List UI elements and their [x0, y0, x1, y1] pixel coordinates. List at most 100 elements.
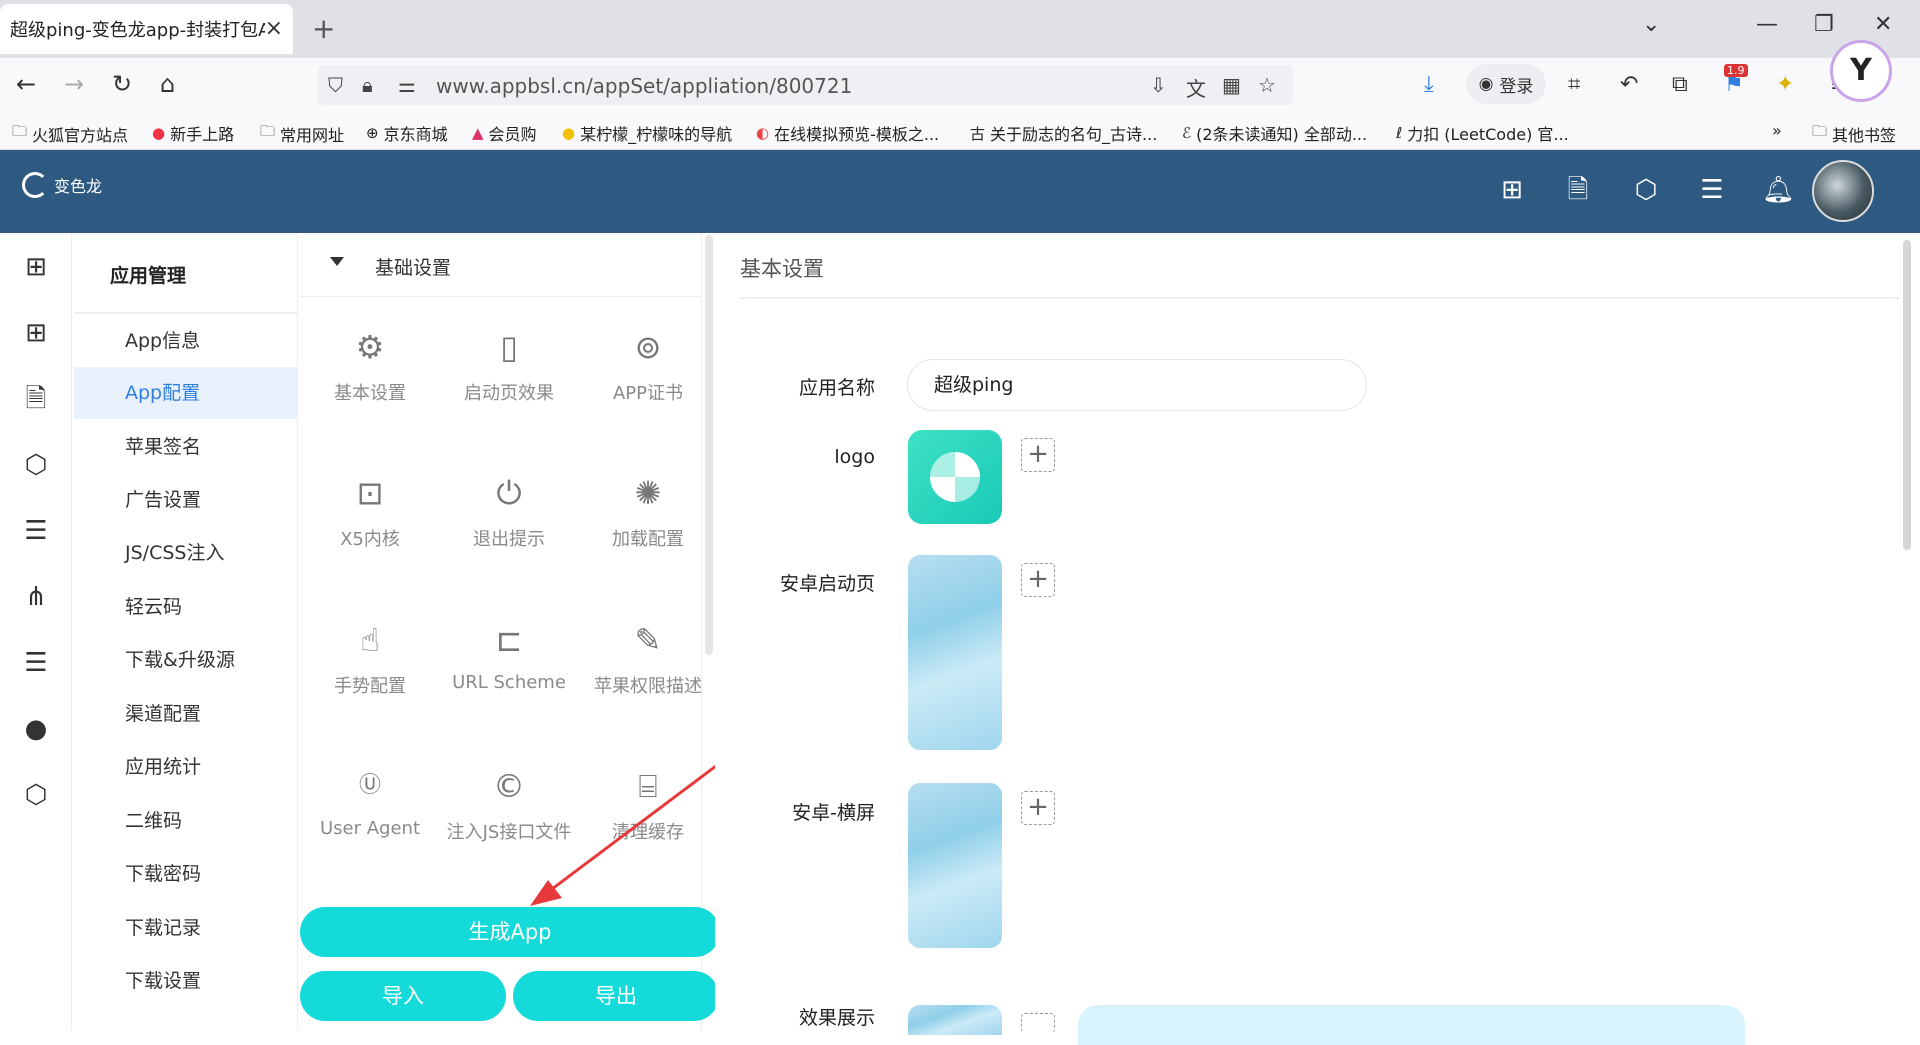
menu-item-app-config[interactable]: App配置: [74, 367, 298, 419]
add-logo-icon[interactable]: +: [1021, 438, 1055, 472]
bookmark-item[interactable]: ⊕ 京东商城: [366, 121, 448, 145]
lock-icon[interactable]: 🔒︎: [362, 73, 373, 97]
grid-item-x5[interactable]: ⊡ X5内核: [300, 473, 440, 583]
bookmark-item[interactable]: 🗀 常用网址: [260, 121, 344, 146]
bookmark-item[interactable]: ● 某柠檬_柠檬味的导航: [562, 121, 732, 145]
grid-item-basic[interactable]: ⚙ 基本设置: [300, 327, 440, 437]
grid-item-url-scheme[interactable]: ⊏ URL Scheme: [439, 620, 579, 730]
hierarchy-icon[interactable]: ⋔: [20, 581, 52, 613]
apple-icon[interactable]: ●: [20, 713, 52, 745]
app-logo-image[interactable]: [908, 430, 1002, 524]
menu-item-cloud-code[interactable]: 轻云码: [74, 581, 298, 633]
restore-icon[interactable]: ❐: [1814, 12, 1834, 37]
home-icon[interactable]: ⌂: [160, 70, 175, 98]
android-splash-image[interactable]: [908, 555, 1002, 750]
menu-item-ads[interactable]: 广告设置: [74, 474, 298, 526]
list-icon[interactable]: ☰: [1696, 174, 1728, 206]
menu-item-qrcode[interactable]: 二维码: [74, 795, 298, 847]
grid-item-user-agent[interactable]: Ⓤ User Agent: [300, 766, 440, 876]
menu-item-download-password[interactable]: 下载密码: [74, 848, 298, 900]
grid-item-splash[interactable]: ▯ 启动页效果: [439, 327, 579, 437]
bookmark-item[interactable]: ℓ 力扣 (LeetCode) 官...: [1396, 121, 1569, 145]
add-landscape-icon[interactable]: +: [1021, 791, 1055, 825]
document-icon[interactable]: 🗎: [20, 383, 52, 415]
grid-item-apple-perm[interactable]: ✎ 苹果权限描述: [578, 620, 718, 730]
basic-settings-form: 基本设置 应用名称 超级ping logo + 安卓启动页 + 安卓-横屏 + …: [715, 233, 1920, 1045]
download-icon[interactable]: ⤓: [1424, 72, 1434, 97]
bookmark-item[interactable]: 古关于励志的名句_古诗...: [970, 121, 1157, 145]
page-scrollbar[interactable]: [1903, 240, 1911, 550]
export-button[interactable]: 导出: [513, 971, 719, 1021]
profile-circle-icon[interactable]: Y: [1830, 40, 1892, 102]
more-bookmarks-icon[interactable]: »: [1772, 121, 1782, 140]
apps-grid-icon[interactable]: ⊞: [20, 317, 52, 349]
bookmark-star-icon[interactable]: ☆: [1258, 73, 1276, 97]
undo-icon[interactable]: ↶: [1620, 72, 1638, 97]
shield-icon[interactable]: ⛉: [328, 73, 343, 97]
url-text[interactable]: www.appbsl.cn/appSet/appliation/800721: [436, 74, 852, 98]
menu-item-stats[interactable]: 应用统计: [74, 741, 298, 793]
grid-item-loading[interactable]: ✺ 加载配置: [578, 473, 718, 583]
grid-item-clear-cache[interactable]: ⌸ 清理缓存: [578, 766, 718, 876]
menu-item-download-source[interactable]: 下载&升级源: [74, 634, 298, 686]
import-button[interactable]: 导入: [300, 971, 506, 1021]
address-bar[interactable]: ⛉ 🔒︎ ⚌ www.appbsl.cn/appSet/appliation/8…: [318, 65, 1293, 105]
menu-item-channel[interactable]: 渠道配置: [74, 688, 298, 740]
minimize-icon[interactable]: —: [1756, 12, 1778, 37]
avatar[interactable]: [1812, 160, 1874, 222]
window-close-icon[interactable]: ✕: [1874, 12, 1892, 37]
database-icon[interactable]: ☰: [20, 515, 52, 547]
cube-icon[interactable]: ⬡: [20, 449, 52, 481]
generate-app-button[interactable]: 生成App: [300, 907, 720, 957]
grid-item-cert[interactable]: ⊚ APP证书: [578, 327, 718, 437]
qr-code-icon[interactable]: ▦: [1222, 73, 1241, 97]
bookmark-item[interactable]: ℰ (2条未读通知) 全部动...: [1182, 121, 1367, 145]
database-icon[interactable]: ☰: [20, 647, 52, 679]
login-button[interactable]: ◉ 登录: [1466, 64, 1546, 104]
menu-item-app-info[interactable]: App信息: [74, 315, 298, 367]
save-page-icon[interactable]: ⇩: [1150, 73, 1167, 97]
panel-scrollbar[interactable]: [705, 235, 713, 655]
extensions-icon[interactable]: ⧉: [1672, 72, 1688, 97]
android-landscape-image[interactable]: [908, 783, 1002, 948]
forward-icon[interactable]: →: [64, 70, 84, 98]
tab-close-icon[interactable]: ×: [265, 16, 283, 41]
edit-doc-icon: ✎: [634, 621, 662, 659]
preview-image[interactable]: [908, 1005, 1002, 1035]
menu-item-apple-sign[interactable]: 苹果签名: [74, 421, 298, 473]
menu-item-js-css[interactable]: JS/CSS注入: [74, 527, 298, 579]
browser-tab[interactable]: 超级ping-变色龙app-封装打包App ×: [0, 4, 293, 54]
extension-badge: 1.9: [1724, 64, 1748, 77]
image-icon: ▯: [500, 328, 518, 366]
menu-item-download-log[interactable]: 下载记录: [74, 902, 298, 954]
translate-icon[interactable]: 文: [1186, 73, 1206, 102]
back-icon[interactable]: ←: [16, 70, 36, 98]
apps-grid-icon[interactable]: ⊞: [20, 251, 52, 283]
bell-icon[interactable]: 🔔︎: [1762, 174, 1795, 206]
bookmark-item[interactable]: ▲ 会员购: [472, 121, 537, 145]
document-icon[interactable]: 🗎: [1562, 174, 1594, 206]
panel-header[interactable]: 基础设置: [300, 233, 702, 297]
site-settings-icon[interactable]: ⚌: [398, 73, 416, 97]
bookmark-item[interactable]: 🗀 火狐官方站点: [12, 121, 128, 146]
cube-icon[interactable]: ⬡: [20, 779, 52, 811]
bookmark-item[interactable]: ◐ 在线模拟预览-模板之...: [756, 121, 939, 145]
menu-item-download-settings[interactable]: 下载设置: [74, 955, 298, 1007]
cat-extension-icon[interactable]: ✦: [1776, 72, 1794, 97]
bookmark-item[interactable]: ● 新手上路: [152, 121, 234, 145]
new-tab-icon[interactable]: +: [312, 12, 335, 45]
grid-item-gesture[interactable]: ☝ 手势配置: [300, 620, 440, 730]
brand-logo[interactable]: 变色龙: [22, 172, 102, 198]
apps-grid-icon[interactable]: ⊞: [1496, 174, 1528, 206]
app-name-input[interactable]: 超级ping: [907, 359, 1367, 411]
tab-list-chevron-icon[interactable]: ⌄: [1642, 12, 1660, 37]
grid-item-inject-js[interactable]: © 注入JS接口文件: [439, 766, 579, 876]
hand-icon: ☝: [360, 621, 380, 659]
reload-icon[interactable]: ↻: [112, 70, 132, 98]
add-preview-icon[interactable]: [1021, 1013, 1055, 1033]
crop-icon[interactable]: ⌗: [1568, 72, 1580, 97]
add-splash-icon[interactable]: +: [1021, 563, 1055, 597]
cube-icon[interactable]: ⬡: [1630, 174, 1662, 206]
grid-item-exit[interactable]: ⏻ 退出提示: [439, 473, 579, 583]
bookmark-item[interactable]: 🗀 其他书签: [1812, 121, 1896, 146]
